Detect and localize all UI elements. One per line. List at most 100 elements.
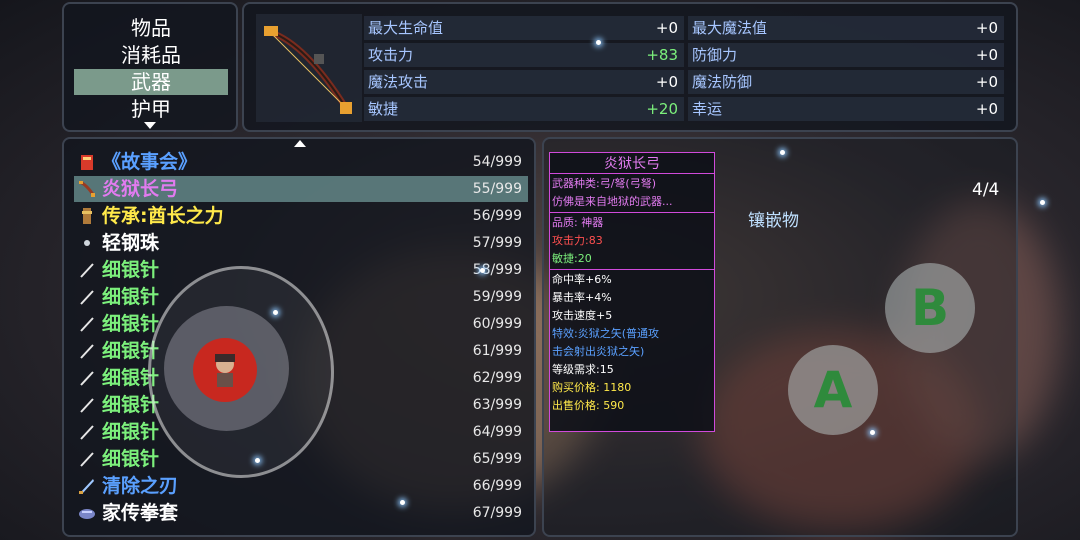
- item-name: 《故事会》: [102, 151, 198, 173]
- list-item-selected[interactable]: 炎狱长弓 55/999: [74, 176, 528, 202]
- item-detail-tooltip: 炎狱长弓 武器种类:弓/弩(弓弩) 仿佛是来自地狱的武器... 品质: 神器 攻击力:…: [549, 152, 715, 432]
- stat-value: +0: [975, 19, 998, 37]
- item-name: 轻钢珠: [102, 232, 160, 254]
- item-count: 66/999: [472, 478, 522, 494]
- item-count: 63/999: [472, 397, 522, 413]
- item-count: 67/999: [472, 505, 522, 521]
- stat-cell: 幸运 +0: [688, 97, 1004, 121]
- detail-title-divider: [550, 173, 714, 174]
- sparkle: [1040, 200, 1045, 205]
- list-item[interactable]: 清除之刃 66/999: [74, 473, 528, 499]
- item-name: 细银针: [102, 313, 160, 335]
- stat-value: +20: [646, 100, 678, 118]
- category-item-selected[interactable]: 武器: [74, 69, 228, 95]
- sparkle: [780, 150, 785, 155]
- detail-divider: [550, 212, 714, 213]
- scroll-down-icon[interactable]: [144, 122, 156, 129]
- detail-line: 暴击率+4%: [552, 291, 612, 304]
- stat-label: 敏捷: [368, 100, 399, 118]
- sparkle: [400, 500, 405, 505]
- b-button[interactable]: B: [885, 263, 975, 353]
- item-name: 细银针: [102, 259, 160, 281]
- needle-icon: [78, 423, 96, 441]
- item-count: 54/999: [472, 154, 522, 170]
- item-name: 细银针: [102, 286, 160, 308]
- item-count: 59/999: [472, 289, 522, 305]
- stat-label: 最大生命值: [368, 19, 444, 37]
- bow-icon: [264, 26, 352, 114]
- sparkle: [870, 430, 875, 435]
- scroll-up-icon[interactable]: [294, 140, 306, 147]
- item-name: 传承:酋长之力: [102, 205, 224, 227]
- stat-value: +83: [646, 46, 678, 64]
- detail-line: 品质: 神器: [552, 216, 604, 229]
- detail-line: 攻击速度+5: [552, 309, 613, 322]
- stat-label: 防御力: [692, 46, 738, 64]
- needle-icon: [78, 315, 96, 333]
- a-button[interactable]: A: [788, 345, 878, 435]
- item-name: 炎狱长弓: [102, 178, 179, 200]
- detail-line: 等级需求:15: [552, 363, 614, 376]
- page-counter: 4/4: [972, 180, 1000, 200]
- needle-icon: [78, 450, 96, 468]
- item-name: 家传拳套: [102, 502, 179, 524]
- detail-line: 击会射出炎狱之矢): [552, 345, 645, 358]
- detail-line: 仿佛是来自地狱的武器...: [552, 195, 673, 208]
- detail-line: 武器种类:弓/弩(弓弩): [552, 177, 656, 190]
- needle-icon: [78, 396, 96, 414]
- detail-line: 购买价格: 1180: [552, 381, 632, 394]
- book-icon: [78, 153, 96, 171]
- item-name: 清除之刃: [102, 475, 179, 497]
- sparkle: [273, 310, 278, 315]
- stat-label: 幸运: [692, 100, 723, 118]
- stat-cell: 敏捷 +20: [364, 97, 684, 121]
- stats-panel: 最大生命值 +0 最大魔法值 +0 攻击力 +83 防御力 +0 魔法攻击 +0 魔法防御 +0 敏捷 +…: [242, 2, 1018, 132]
- detail-line: 特效:炎狱之矢(普通攻: [552, 327, 659, 340]
- weapon-preview: [256, 14, 362, 122]
- category-menu: 物品 消耗品 武器 护甲: [62, 2, 238, 132]
- stat-value: +0: [975, 73, 998, 91]
- list-item[interactable]: 家传拳套 67/999: [74, 500, 528, 526]
- sparkle: [480, 268, 485, 273]
- detail-line: 敏捷:20: [552, 252, 592, 265]
- character-avatar-icon: [215, 354, 235, 387]
- list-item[interactable]: 传承:酋长之力 56/999: [74, 203, 528, 229]
- item-count: 61/999: [472, 343, 522, 359]
- category-item[interactable]: 护甲: [74, 96, 228, 122]
- list-item[interactable]: 《故事会》 54/999: [74, 149, 528, 175]
- detail-line: 攻击力:83: [552, 234, 603, 247]
- bow-icon: [78, 180, 96, 198]
- item-count: 60/999: [472, 316, 522, 332]
- sparkle: [596, 40, 601, 45]
- stat-value: +0: [655, 19, 678, 37]
- item-name: 细银针: [102, 448, 160, 470]
- needle-icon: [78, 288, 96, 306]
- detail-divider: [550, 269, 714, 270]
- category-item[interactable]: 物品: [74, 15, 228, 41]
- ball-icon: [78, 234, 96, 252]
- list-item[interactable]: 轻钢珠 57/999: [74, 230, 528, 256]
- item-count: 55/999: [472, 181, 522, 197]
- stat-label: 魔法防御: [692, 73, 753, 91]
- list-item[interactable]: 细银针 58/999: [74, 257, 528, 283]
- item-count: 56/999: [472, 208, 522, 224]
- item-count: 62/999: [472, 370, 522, 386]
- item-count: 65/999: [472, 451, 522, 467]
- stat-label: 魔法攻击: [368, 73, 429, 91]
- detail-line: 出售价格: 590: [552, 399, 625, 412]
- category-item[interactable]: 消耗品: [74, 42, 228, 68]
- stat-cell: 最大魔法值 +0: [688, 16, 1004, 40]
- totem-icon: [78, 207, 96, 225]
- stat-value: +0: [975, 100, 998, 118]
- stat-cell: 攻击力 +83: [364, 43, 684, 67]
- stat-value: +0: [655, 73, 678, 91]
- stat-cell: 魔法攻击 +0: [364, 70, 684, 94]
- blade-icon: [78, 477, 96, 495]
- item-name: 细银针: [102, 421, 160, 443]
- stat-label: 最大魔法值: [692, 19, 768, 37]
- stat-cell: 防御力 +0: [688, 43, 1004, 67]
- joystick-thumb[interactable]: [193, 338, 257, 402]
- needle-icon: [78, 342, 96, 360]
- stat-label: 攻击力: [368, 46, 414, 64]
- gem-slot-label: 镶嵌物: [748, 211, 799, 231]
